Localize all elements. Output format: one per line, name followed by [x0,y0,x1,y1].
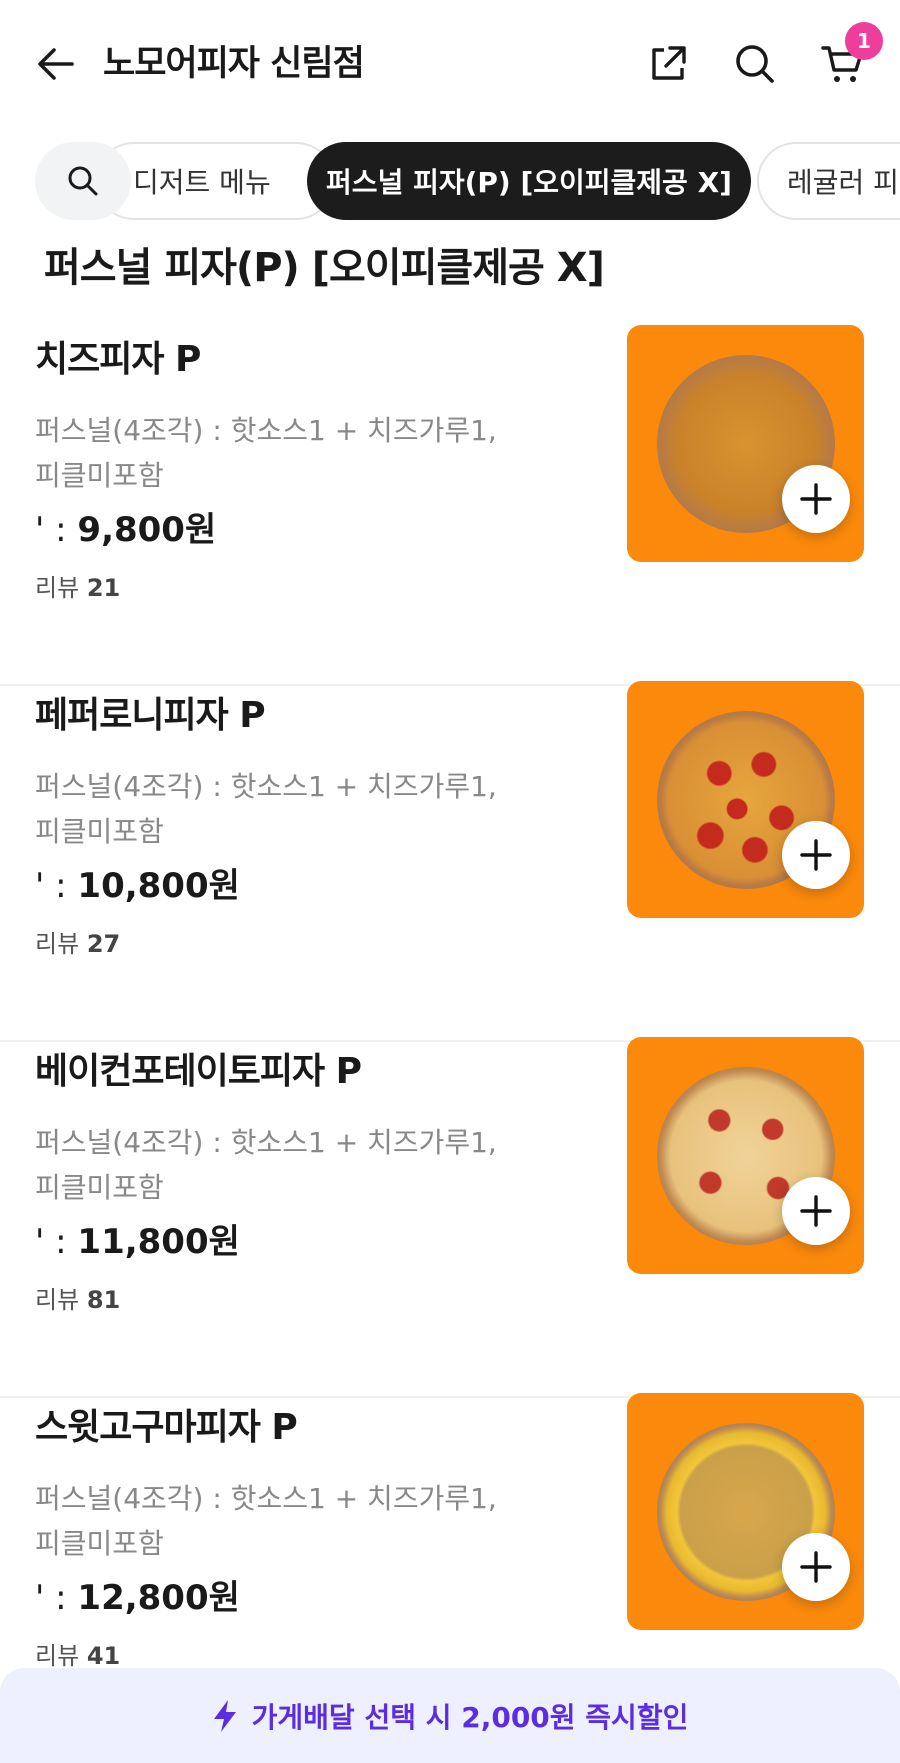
price-prefix: ' : [35,866,78,906]
item-description: 퍼스널(4조각) : 핫소스1 + 치즈가루1, 피클미포함 [35,414,497,492]
plus-icon [800,483,832,515]
search-icon [68,166,98,196]
item-price: ' : 9,800원 [35,502,216,551]
item-review: 리뷰 81 [35,1280,120,1315]
review-label: 리뷰 [35,574,80,602]
plus-icon [800,1551,832,1583]
review-label: 리뷰 [35,1286,80,1314]
review-label: 리뷰 [35,930,80,958]
category-tabs: 디저트 메뉴 퍼스널 피자(P) [오이피클제공 X] 레귤러 피자 [0,140,900,222]
price-value: 12,800원 [77,1578,240,1618]
banner-text: 가게배달 선택 시 2,000원 즉시할인 [251,1700,689,1734]
item-name: 스윗고구마피자 P [35,1407,298,1448]
tab-label: 퍼스널 피자(P) [오이피클제공 X] [326,166,732,199]
price-value: 11,800원 [77,1222,240,1262]
search-icon [736,45,774,83]
add-to-cart-button[interactable] [782,821,850,889]
back-arrow-icon [38,48,74,80]
section-title: 퍼스널 피자(P) [오이피클제공 X] [44,245,605,291]
review-count: 27 [86,930,121,958]
lightning-icon [212,1699,238,1733]
tab-label: 레귤러 피자 [787,166,900,199]
price-prefix: ' : [35,510,78,550]
plus-icon [800,1195,832,1227]
item-name: 페퍼로니피자 P [35,695,266,736]
top-app-bar: 노모어피자 신림점 1 [0,0,900,125]
item-price: ' : 10,800원 [35,858,240,907]
back-button[interactable] [30,38,82,90]
price-prefix: ' : [35,1222,78,1262]
menu-search-button[interactable] [35,142,131,220]
search-button[interactable] [727,36,783,92]
tab-regular-pizza[interactable]: 레귤러 피자 [757,142,900,220]
menu-item[interactable]: 치즈피자 P 퍼스널(4조각) : 핫소스1 + 치즈가루1, 피클미포함 ' … [0,325,900,686]
item-review: 리뷰 41 [35,1636,120,1671]
tab-dessert-menu[interactable]: 디저트 메뉴 [95,142,335,220]
review-label: 리뷰 [35,1642,80,1670]
review-count: 41 [86,1642,121,1670]
cart-count-badge: 1 [845,22,883,60]
item-price: ' : 12,800원 [35,1570,240,1619]
tab-personal-pizza[interactable]: 퍼스널 피자(P) [오이피클제공 X] [307,142,751,220]
delivery-discount-banner[interactable]: 가게배달 선택 시 2,000원 즉시할인 [0,1668,900,1763]
add-to-cart-button[interactable] [782,1177,850,1245]
tab-label: 디저트 메뉴 [133,166,271,199]
review-count: 81 [86,1286,121,1314]
plus-icon [800,839,832,871]
add-to-cart-button[interactable] [782,465,850,533]
menu-item[interactable]: 베이컨포테이토피자 P 퍼스널(4조각) : 핫소스1 + 치즈가루1, 피클미… [0,1037,900,1398]
store-title: 노모어피자 신림점 [103,44,365,84]
item-description: 퍼스널(4조각) : 핫소스1 + 치즈가루1, 피클미포함 [35,1126,497,1204]
item-description: 퍼스널(4조각) : 핫소스1 + 치즈가루1, 피클미포함 [35,1482,497,1560]
price-value: 9,800원 [77,510,217,550]
item-review: 리뷰 27 [35,924,120,959]
item-name: 치즈피자 P [35,339,201,380]
share-button[interactable] [640,36,696,92]
price-prefix: ' : [35,1578,78,1618]
price-value: 10,800원 [77,866,240,906]
item-name: 베이컨포테이토피자 P [35,1051,362,1092]
item-price: ' : 11,800원 [35,1214,240,1263]
item-description: 퍼스널(4조각) : 핫소스1 + 치즈가루1, 피클미포함 [35,770,497,848]
menu-item[interactable]: 페퍼로니피자 P 퍼스널(4조각) : 핫소스1 + 치즈가루1, 피클미포함 … [0,681,900,1042]
item-review: 리뷰 21 [35,568,120,603]
share-icon [652,46,686,80]
add-to-cart-button[interactable] [782,1533,850,1601]
review-count: 21 [86,574,121,602]
